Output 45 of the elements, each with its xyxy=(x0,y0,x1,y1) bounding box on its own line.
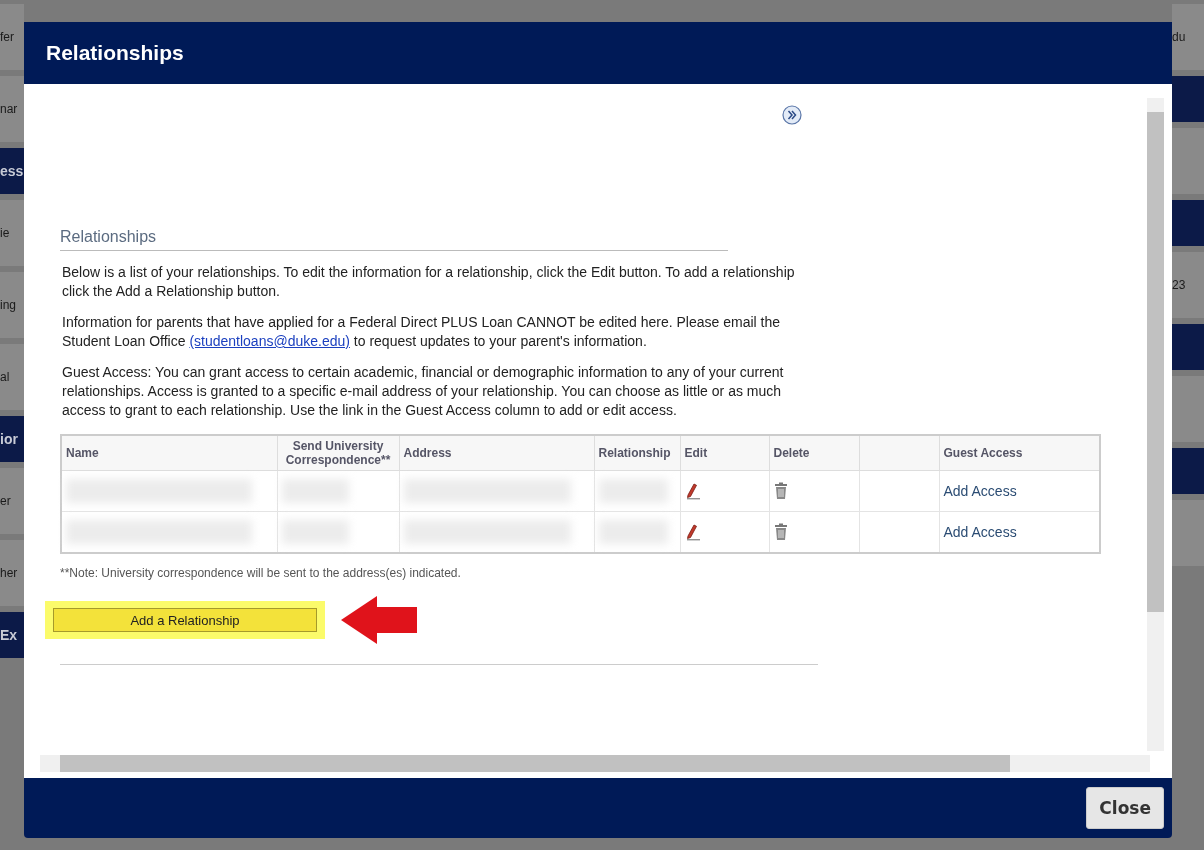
pencil-icon[interactable] xyxy=(684,523,701,541)
background-row: ing xyxy=(0,272,24,338)
background-row: ie xyxy=(0,200,24,266)
background-row xyxy=(1172,500,1204,566)
add-access-link[interactable]: Add Access xyxy=(943,483,1017,499)
background-header-bar: Ex xyxy=(0,612,24,658)
paragraph: Guest Access: You can grant access to certain academic, financial or demographic information to any of your current relationships. Access is granted to a specific e-mail address of your relationship. You can choose as little or as much access to grant to each relationship. Use the link in the Guest Access column to add or edit access. xyxy=(62,363,785,420)
paragraph: Below is a list of your relationships. To edit the information for a relationship, click the Edit button. To add a relationship click the Add a Relationship button. xyxy=(62,263,796,301)
close-button[interactable]: Close xyxy=(1086,787,1164,829)
add-relationship-button[interactable]: Add a Relationship xyxy=(53,608,317,632)
background-row: her xyxy=(0,540,24,606)
pencil-icon[interactable] xyxy=(684,482,701,500)
background-row: al xyxy=(0,344,24,410)
column-header: Send University Correspondence** xyxy=(277,435,399,471)
trash-icon[interactable] xyxy=(773,523,788,541)
paragraph: Information for parents that have applied for a Federal Direct PLUS Loan CANNOT be edited here. Please email the Student Loan Office (studentloans@duke.edu) to request updates to your parent's information. xyxy=(62,313,782,351)
footnote: **Note: University correspondence will be sent to the address(es) indicated. xyxy=(60,566,462,580)
background-row xyxy=(1172,376,1204,442)
trash-icon[interactable] xyxy=(773,482,788,500)
dialog-title: Relationships xyxy=(46,41,184,65)
column-header: Delete xyxy=(769,435,859,471)
background-header-bar xyxy=(1172,76,1204,122)
background-row xyxy=(1172,128,1204,194)
section-title: Relationships xyxy=(60,228,728,251)
background-row: er xyxy=(0,468,24,534)
background-header-bar xyxy=(1172,324,1204,370)
column-header: Address xyxy=(399,435,594,471)
double-chevron-icon[interactable] xyxy=(782,105,802,125)
background-header-bar xyxy=(1172,200,1204,246)
arrow-icon xyxy=(341,596,417,644)
column-header: Name xyxy=(61,435,277,471)
column-header: Edit xyxy=(680,435,769,471)
vertical-scrollbar[interactable] xyxy=(1147,98,1164,751)
background-row: nar xyxy=(0,76,24,142)
add-access-link[interactable]: Add Access xyxy=(943,524,1017,540)
column-header: Relationship xyxy=(594,435,680,471)
email-link[interactable]: (studentloans@duke.edu) xyxy=(189,333,350,349)
background-row: 23 xyxy=(1172,252,1204,318)
background-row: fer xyxy=(0,4,24,70)
background-header-bar: ior xyxy=(0,416,24,462)
horizontal-scrollbar[interactable] xyxy=(40,755,1150,772)
column-header: Guest Access xyxy=(939,435,1100,471)
background-header-bar xyxy=(1172,448,1204,494)
background-row: du xyxy=(1172,4,1204,70)
background-header-bar: ess xyxy=(0,148,24,194)
